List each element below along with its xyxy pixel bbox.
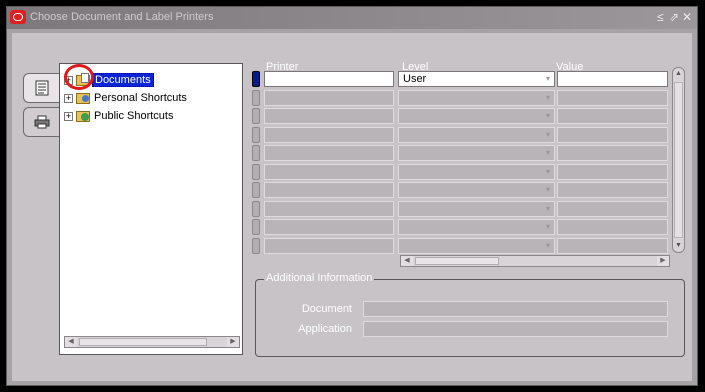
row-indicator[interactable]	[252, 71, 260, 87]
value-cell[interactable]	[557, 201, 668, 217]
printer-cell[interactable]	[264, 145, 394, 161]
printer-cell[interactable]	[264, 108, 394, 124]
level-cell[interactable]	[398, 164, 555, 180]
value-cell[interactable]	[557, 90, 668, 106]
scroll-down-icon[interactable]: ▼	[673, 240, 684, 252]
tree-label-public-shortcuts[interactable]: Public Shortcuts	[92, 110, 175, 122]
printer-cell[interactable]	[264, 238, 394, 254]
row-indicator[interactable]	[252, 127, 260, 143]
grid-vertical-scrollbar[interactable]: ▲ ▼	[672, 67, 685, 253]
level-cell[interactable]	[398, 145, 555, 161]
title-bar: Choose Document and Label Printers ≤ ⇗ ✕	[7, 7, 697, 29]
dialog-body: + Documents + Personal Shortcuts + Publi…	[12, 33, 692, 381]
window-title: Choose Document and Label Printers	[30, 11, 214, 23]
row-indicator[interactable]	[252, 145, 260, 161]
scroll-left-icon[interactable]: ◀	[65, 337, 77, 347]
row-indicator[interactable]	[252, 201, 260, 217]
personal-folder-icon	[76, 92, 90, 104]
screen-frame: Choose Document and Label Printers ≤ ⇗ ✕	[0, 0, 705, 392]
document-list-icon	[35, 80, 49, 96]
row-indicator[interactable]	[252, 90, 260, 106]
tree-node-personal-shortcuts[interactable]: + Personal Shortcuts	[64, 90, 189, 106]
printer-cell[interactable]	[264, 164, 394, 180]
printer-cell[interactable]	[264, 127, 394, 143]
tree-label-personal-shortcuts[interactable]: Personal Shortcuts	[92, 92, 189, 104]
printer-cell[interactable]	[264, 90, 394, 106]
additional-information-legend: Additional Information	[264, 272, 375, 284]
row-indicator[interactable]	[252, 164, 260, 180]
printer-icon	[34, 115, 50, 129]
minimize-icon[interactable]: ≤	[657, 10, 664, 24]
document-label: Document	[301, 303, 352, 315]
tab-printers[interactable]	[23, 107, 59, 137]
document-field[interactable]	[363, 301, 668, 317]
printer-cell[interactable]	[264, 182, 394, 198]
application-label: Application	[298, 323, 352, 335]
scroll-thumb[interactable]	[415, 257, 499, 265]
scroll-left-icon[interactable]: ◀	[401, 256, 413, 266]
value-cell[interactable]	[557, 219, 668, 235]
tree-horizontal-scrollbar[interactable]: ◀ ▶	[64, 336, 240, 348]
scroll-right-icon[interactable]: ▶	[657, 256, 669, 266]
value-cell[interactable]	[557, 145, 668, 161]
printer-cell[interactable]	[264, 219, 394, 235]
maximize-icon[interactable]: ⇗	[669, 10, 679, 24]
scroll-thumb[interactable]	[79, 338, 207, 346]
value-cell[interactable]	[557, 108, 668, 124]
dialog-window: Choose Document and Label Printers ≤ ⇗ ✕	[6, 6, 698, 386]
row-indicator[interactable]	[252, 238, 260, 254]
level-cell[interactable]	[398, 238, 555, 254]
row-indicator[interactable]	[252, 108, 260, 124]
printer-cell[interactable]	[264, 71, 394, 87]
oracle-app-icon	[10, 10, 26, 24]
scroll-up-icon[interactable]: ▲	[673, 68, 684, 80]
row-indicator[interactable]	[252, 219, 260, 235]
value-cell[interactable]	[557, 238, 668, 254]
value-cell[interactable]	[557, 71, 668, 87]
level-cell[interactable]	[398, 127, 555, 143]
printer-cell[interactable]	[264, 201, 394, 217]
public-folder-icon	[76, 110, 90, 122]
scroll-thumb[interactable]	[674, 82, 683, 238]
tree-node-public-shortcuts[interactable]: + Public Shortcuts	[64, 108, 175, 124]
value-cell[interactable]	[557, 164, 668, 180]
expand-icon[interactable]: +	[64, 93, 73, 103]
level-cell[interactable]	[398, 182, 555, 198]
grid-horizontal-scrollbar[interactable]: ◀ ▶	[400, 255, 670, 267]
level-cell[interactable]	[398, 108, 555, 124]
row-indicator[interactable]	[252, 182, 260, 198]
navigator-tree[interactable]: + Documents + Personal Shortcuts + Publi…	[59, 63, 243, 355]
level-cell[interactable]	[398, 219, 555, 235]
red-highlight-circle	[64, 64, 94, 90]
tree-label-documents[interactable]: Documents	[92, 73, 154, 87]
level-cell[interactable]	[398, 90, 555, 106]
application-field[interactable]	[363, 321, 668, 337]
tab-documents[interactable]	[23, 73, 59, 103]
scroll-right-icon[interactable]: ▶	[227, 337, 239, 347]
level-cell[interactable]: User	[398, 71, 555, 87]
additional-information-group: Additional Information Document Applicat…	[255, 272, 685, 357]
value-cell[interactable]	[557, 182, 668, 198]
close-icon[interactable]: ✕	[682, 10, 692, 24]
level-cell[interactable]	[398, 201, 555, 217]
value-cell[interactable]	[557, 127, 668, 143]
expand-icon[interactable]: +	[64, 111, 73, 121]
